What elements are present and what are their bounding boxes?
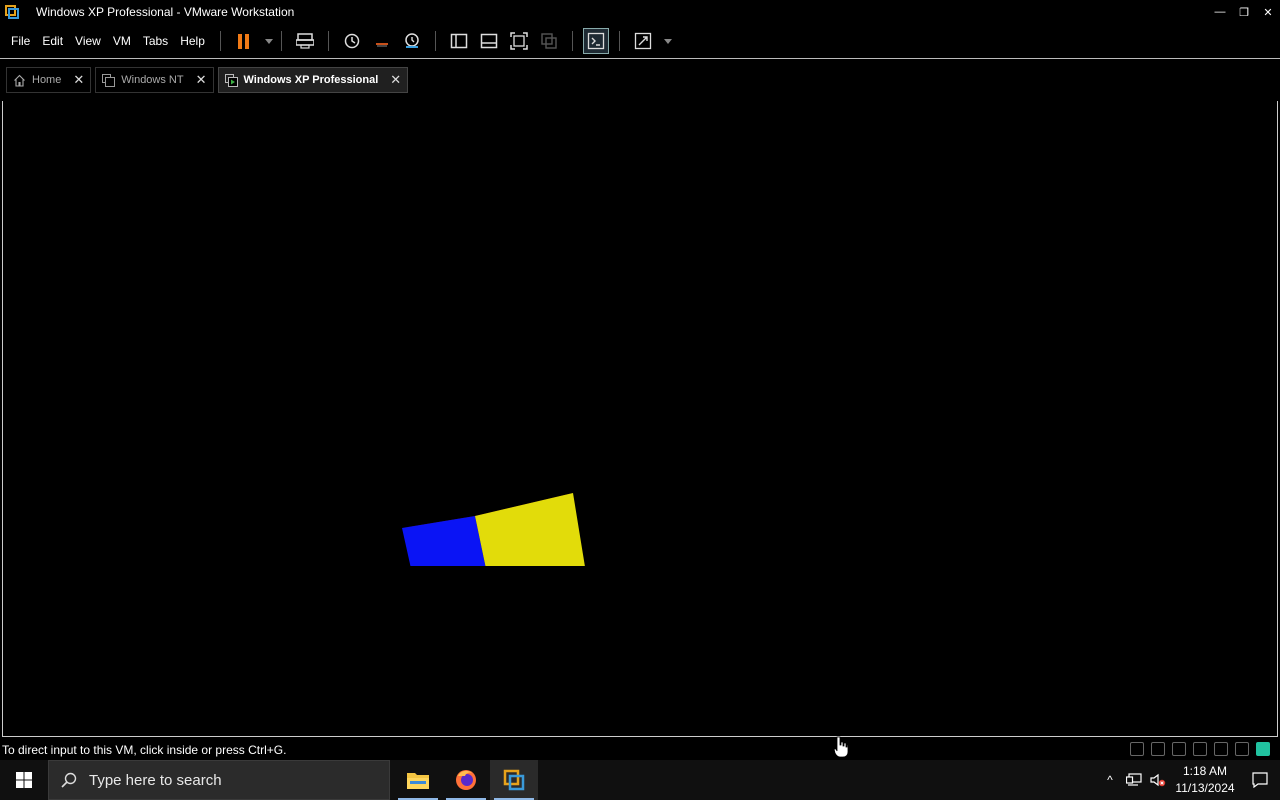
revert-snapshot-icon [375,43,388,47]
snapshot-manager-icon [405,33,419,48]
close-tab-icon[interactable]: ✕ [390,72,401,88]
message-log-icon[interactable] [1256,742,1270,756]
minimize-button[interactable]: — [1208,0,1232,24]
floppy-icon[interactable] [1172,742,1186,756]
clock-time: 1:18 AM [1182,764,1228,778]
take-snapshot-button[interactable] [339,28,365,54]
close-tab-icon[interactable]: ✕ [73,72,84,88]
show-library-button[interactable] [446,28,472,54]
notification-icon [1252,772,1268,788]
toolbar-separator [327,31,329,51]
unity-button[interactable] [536,28,562,54]
close-button[interactable]: ✕ [1256,0,1280,24]
send-keys-icon [295,33,314,49]
tab-label: Windows NT [121,74,184,86]
stretch-dropdown-arrow-icon[interactable] [663,38,672,44]
thumbnail-bar-icon [480,33,498,49]
snapshot-icon [344,33,360,49]
windows-taskbar: Type here to search ^ 1:18 AM 11/13/2024 [0,760,1280,800]
tab-strip: Home ✕ Windows NT ✕ Windows XP Professio… [0,58,1280,102]
usb-icon[interactable] [1214,742,1228,756]
toolbar-separator [219,31,221,51]
firefox-icon [456,770,476,790]
vmware-app-icon[interactable] [4,4,20,20]
system-tray: ^ 1:18 AM 11/13/2024 [1098,760,1280,800]
tab-home[interactable]: Home ✕ [6,67,92,93]
console-view-icon [587,32,605,50]
taskbar-firefox[interactable] [442,760,490,800]
taskbar-file-explorer[interactable] [394,760,442,800]
clock-date: 11/13/2024 [1175,781,1235,795]
menu-tabs[interactable]: Tabs [138,34,173,48]
toolbar-separator [434,31,436,51]
menu-help[interactable]: Help [175,34,210,48]
status-message: To direct input to this VM, click inside… [2,743,287,757]
tab-windows-xp-professional[interactable]: Windows XP Professional ✕ [217,67,409,93]
pause-dropdown-arrow-icon[interactable] [264,38,273,44]
stretch-guest-button[interactable] [630,28,656,54]
tab-label: Windows XP Professional [243,74,379,86]
taskbar-search-box[interactable]: Type here to search [48,760,390,800]
toolbar-separator [571,31,573,51]
taskbar-vmware-workstation[interactable] [490,760,538,800]
taskbar-clock[interactable]: 1:18 AM 11/13/2024 [1170,763,1240,797]
menu-view[interactable]: View [70,34,106,48]
volume-muted-icon[interactable] [1146,760,1170,800]
pause-icon [238,33,250,49]
file-explorer-icon [407,773,429,789]
window-controls: — ❐ ✕ [1208,0,1280,24]
library-icon [450,33,468,49]
network-icon[interactable] [1122,760,1146,800]
revert-snapshot-button[interactable] [369,28,395,54]
toolbar-separator [618,31,620,51]
snapshot-manager-button[interactable] [399,28,425,54]
cube-right-face [475,493,585,566]
console-view-button[interactable] [582,28,609,54]
hand-cursor-icon [834,736,848,758]
full-screen-button[interactable] [506,28,532,54]
menu-vm[interactable]: VM [108,34,136,48]
restore-button[interactable]: ❐ [1232,0,1256,24]
menu-edit[interactable]: Edit [37,34,68,48]
vm-console-viewport[interactable] [2,101,1278,737]
device-status-icons [1130,742,1270,756]
menu-file[interactable]: File [6,34,35,48]
title-bar: Windows XP Professional - VMware Worksta… [0,0,1280,24]
windows-logo-icon [16,772,32,788]
pause-button[interactable] [231,28,257,54]
search-icon [61,772,77,788]
search-placeholder: Type here to search [89,771,222,789]
show-thumbnail-bar-button[interactable] [476,28,502,54]
running-vm-icon [224,73,238,87]
hard-disk-icon[interactable] [1130,742,1144,756]
show-hidden-icons-chevron-icon[interactable]: ^ [1098,760,1122,800]
window-title: Windows XP Professional - VMware Worksta… [36,5,295,19]
menu-toolbar: File Edit View VM Tabs Help [0,24,1280,58]
close-tab-icon[interactable]: ✕ [196,72,207,88]
action-center-button[interactable] [1240,760,1280,800]
send-ctrl-alt-del-button[interactable] [292,28,318,54]
stretch-guest-icon [634,32,652,50]
unity-icon [541,33,557,49]
cd-dvd-icon[interactable] [1151,742,1165,756]
vm-icon [102,73,116,87]
status-bar: To direct input to this VM, click inside… [0,740,1280,760]
sound-card-icon[interactable] [1235,742,1249,756]
full-screen-icon [510,32,528,50]
start-button[interactable] [0,760,48,800]
network-adapter-icon[interactable] [1193,742,1207,756]
tab-windows-nt[interactable]: Windows NT ✕ [95,67,214,93]
rotating-cube-graphic [402,493,585,566]
vmware-workstation-icon [503,769,525,791]
home-icon [13,74,26,87]
tab-label: Home [32,74,62,86]
toolbar-separator [280,31,282,51]
